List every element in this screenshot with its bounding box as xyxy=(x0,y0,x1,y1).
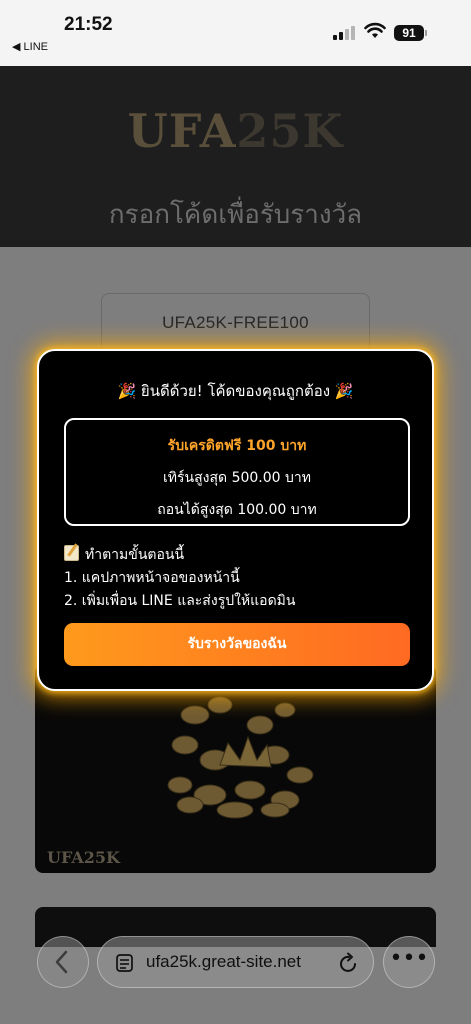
instructions: ทำตามขั้นตอนนี้ 1. แคปภาพหน้าจอของหน้านี… xyxy=(64,544,296,613)
wifi-icon xyxy=(364,22,386,38)
steps-title: ทำตามขั้นตอนนี้ xyxy=(85,547,185,563)
promo-brand: UFA25K xyxy=(47,848,121,867)
reward-box: รับเครดิตฟรี 100 บาท เทิร์นสูงสุด 500.00… xyxy=(64,418,410,526)
brand-logo: UFA25K xyxy=(0,104,471,158)
withdraw-limit-text: ถอนได้สูงสุด 100.00 บาท xyxy=(157,502,317,518)
reward-headline: รับเครดิตฟรี 100 บาท xyxy=(167,438,307,454)
more-options-button[interactable]: ••• xyxy=(383,936,435,988)
back-to-line-link[interactable]: ◀ LINE xyxy=(12,40,48,53)
logo-main: UFA xyxy=(127,104,237,158)
claim-reward-button[interactable]: รับรางวัลของฉัน xyxy=(64,623,410,666)
step-2: 2. เพิ่มเพื่อน LINE และส่งรูปให้แอดมิน xyxy=(64,593,296,609)
gold-coins-crown-image: UFA25K xyxy=(47,696,314,867)
battery-indicator: 91 xyxy=(394,25,424,41)
promo-banner: UFA25K xyxy=(35,665,436,873)
address-bar[interactable]: ufa25k.great-site.net xyxy=(97,936,374,988)
memo-icon xyxy=(64,545,79,561)
party-popper-icon: 🎉 xyxy=(334,382,354,400)
steps-heading: ทำตามขั้นตอนนี้ xyxy=(64,544,296,567)
browser-back-button[interactable] xyxy=(37,936,89,988)
party-popper-icon: 🎉 xyxy=(117,382,137,400)
page-settings-icon[interactable] xyxy=(116,954,134,972)
step-1: 1. แคปภาพหน้าจอของหน้านี้ xyxy=(64,570,240,586)
modal-title-text: ยินดีด้วย! โค้ดของคุณถูกต้อง xyxy=(140,382,331,400)
page-header: UFA25K กรอกโค้ดเพื่อรับรางวัล xyxy=(0,66,471,247)
promo-code-field[interactable]: UFA25K-FREE100 xyxy=(101,293,370,353)
success-modal: 🎉 ยินดีด้วย! โค้ดของคุณถูกต้อง 🎉 รับเครด… xyxy=(37,349,434,691)
page-subtitle: กรอกโค้ดเพื่อรับรางวัล xyxy=(108,200,363,230)
reload-icon[interactable] xyxy=(339,952,359,974)
status-bar: 21:52 ◀ LINE 91 xyxy=(0,0,471,66)
logo-accent: 25K xyxy=(236,104,344,158)
chevron-left-icon xyxy=(55,950,68,974)
modal-title: 🎉 ยินดีด้วย! โค้ดของคุณถูกต้อง 🎉 xyxy=(39,379,432,403)
turnover-text: เทิร์นสูงสุด 500.00 บาท xyxy=(163,470,311,486)
url-text: ufa25k.great-site.net xyxy=(146,952,301,971)
battery-tip xyxy=(425,30,427,36)
cellular-signal-icon xyxy=(333,26,355,40)
status-time: 21:52 xyxy=(64,14,113,35)
